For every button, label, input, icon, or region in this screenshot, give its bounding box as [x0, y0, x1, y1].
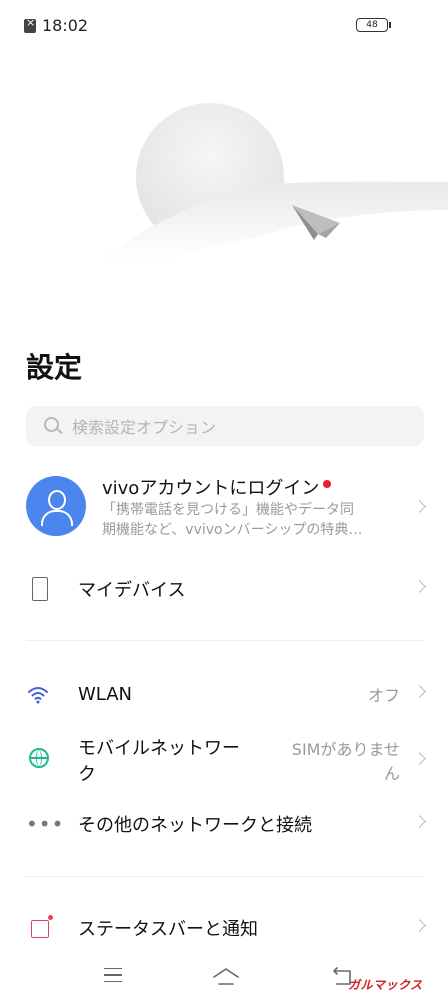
account-subtitle-line: 期機能など、vvivoンバーシップの特典…	[102, 522, 363, 538]
chevron-right-icon	[413, 685, 426, 698]
status-bar-icon	[31, 915, 53, 938]
sim-off-icon	[24, 16, 36, 33]
more-dots-icon: •••	[26, 812, 65, 836]
settings-item-label: WLAN	[78, 683, 133, 705]
account-subtitle: 「携帯電話を見つける」機能やデータ同 期機能など、vvivoンバーシップの特典…	[102, 500, 402, 540]
search-icon	[42, 406, 72, 446]
mobile-network-status-line: ん	[383, 764, 400, 783]
search-input[interactable]: 検索設定オプション	[26, 406, 424, 446]
account-login-row[interactable]: vivoアカウントにログイン 「携帯電話を見つける」機能やデータ同 期機能など、…	[26, 470, 426, 550]
wlan-status: オフ	[367, 686, 400, 705]
status-left: 18:02	[24, 16, 88, 35]
divider	[26, 640, 424, 641]
account-title: vivoアカウントにログイン	[102, 474, 332, 500]
wifi-icon	[28, 687, 48, 704]
settings-item-label: その他のネットワークと接続	[78, 815, 312, 836]
watermark-logo: ガルマックス	[348, 978, 423, 992]
battery-icon: 48	[356, 18, 391, 32]
status-time: 18:02	[42, 16, 89, 35]
device-icon	[32, 577, 48, 601]
mobile-network-status-line: SIMがありませ	[291, 740, 400, 759]
settings-item-label: マイデバイス	[78, 580, 186, 601]
settings-item-status-bar-notifications[interactable]: ステータスバーと通知	[26, 900, 426, 956]
settings-item-wlan[interactable]: WLAN オフ	[26, 666, 426, 722]
status-bar: 18:02 48	[0, 0, 448, 50]
chevron-right-icon	[413, 500, 426, 513]
chevron-right-icon	[413, 919, 426, 932]
divider	[26, 876, 424, 877]
chevron-right-icon	[413, 752, 426, 765]
notification-dot	[323, 480, 332, 488]
search-placeholder: 検索設定オプション	[72, 418, 217, 437]
mobile-network-status: SIMがありませ ん	[292, 738, 400, 786]
chevron-right-icon	[413, 580, 426, 593]
account-title-text: vivoアカウントにログイン	[102, 478, 320, 499]
settings-item-other-network[interactable]: ••• その他のネットワークと接続	[26, 796, 426, 852]
settings-item-label: ステータスバーと通知	[78, 919, 258, 940]
settings-item-label: モバイルネットワー ク	[78, 736, 268, 788]
menu-icon[interactable]	[104, 968, 122, 982]
chevron-right-icon	[413, 815, 426, 828]
account-subtitle-line: 「携帯電話を見つける」機能やデータ同	[102, 502, 354, 518]
home-icon[interactable]	[212, 966, 240, 986]
mobile-network-label-line: ク	[78, 764, 96, 785]
hero-illustration	[100, 103, 448, 310]
globe-icon	[29, 748, 49, 768]
settings-item-my-device[interactable]: マイデバイス	[26, 561, 426, 617]
page-title: 設定	[26, 351, 83, 384]
avatar-icon	[26, 476, 86, 536]
settings-item-mobile-network[interactable]: モバイルネットワー ク SIMがありませ ん	[26, 730, 426, 790]
mobile-network-label-line: モバイルネットワー	[78, 738, 240, 759]
